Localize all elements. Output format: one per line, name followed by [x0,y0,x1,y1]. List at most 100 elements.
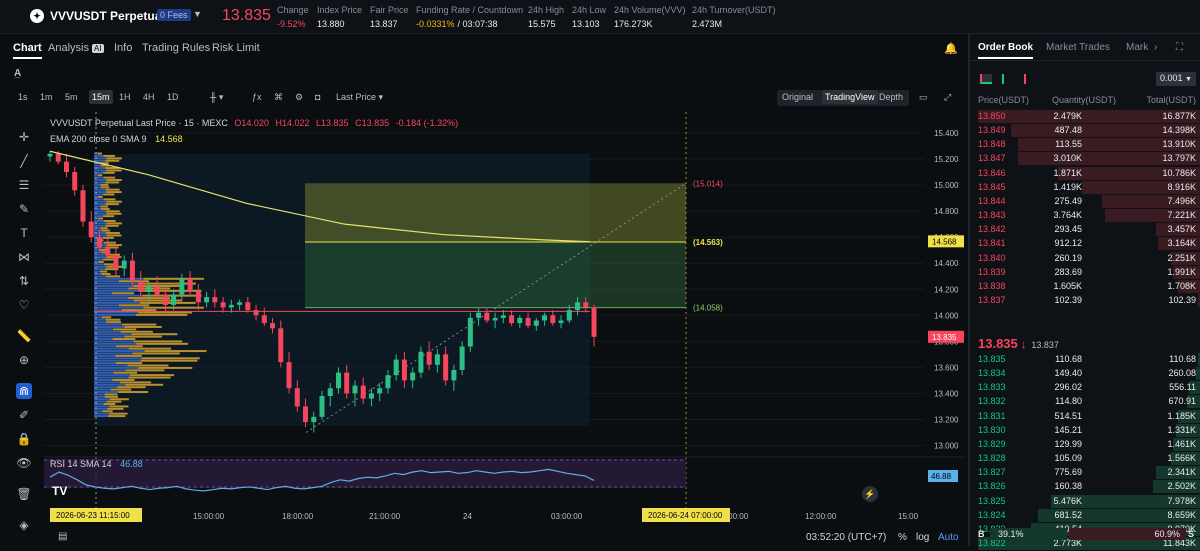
text-tool-icon[interactable]: T [16,225,32,241]
ob-quantity: 1.605K [1053,280,1082,291]
view-mode-original[interactable]: Original [782,92,813,102]
magnet-icon[interactable]: ⋒ [16,383,32,399]
stat-value: 15.575 [528,18,564,30]
screenshot-icon[interactable]: ◘ [315,92,320,102]
time-axis[interactable]: 15:00:00 18:00:00 21:00:00 24 03:00:00 09:00:… [193,512,919,521]
view-mode-depth[interactable]: Depth [879,92,903,102]
ob-ask-row[interactable]: 13.848 113.55 13.910K [970,138,1200,152]
ob-tab-mark[interactable]: Mark [1126,42,1148,53]
tab-chart[interactable]: Chart [13,42,42,59]
ob-bid-row[interactable]: 13.829 129.99 1.461K [970,437,1200,452]
candle [467,312,473,352]
view-bids-icon[interactable] [1002,74,1014,84]
auto-toggle[interactable]: Auto [938,532,959,543]
ob-ask-row[interactable]: 13.847 3.010K 13.797K [970,152,1200,166]
drawing-mode-icon[interactable]: A̲ [14,68,21,79]
price-tick: 14.400 [934,259,959,268]
ob-bid-row[interactable]: 13.825 5.476K 7.978K [970,494,1200,509]
pattern-tool-icon[interactable]: ⋈ [16,249,32,265]
ob-bid-row[interactable]: 13.826 160.38 2.502K [970,480,1200,494]
ob-ask-row[interactable]: 13.839 283.69 1.991K [970,265,1200,280]
log-toggle[interactable]: log [916,532,929,543]
tradingview-logo-icon: TV [52,484,68,498]
ob-tab-order-book[interactable]: Order Book [978,42,1034,59]
ob-ask-row[interactable]: 13.840 260.19 2.251K [970,251,1200,266]
price-tick: 13.600 [934,363,959,372]
stat-volume-24h: 24h Volume(VVV) 176.273K [614,4,686,30]
view-both-icon[interactable] [980,74,992,84]
expand-icon[interactable]: ⛶ [1176,42,1183,53]
stat-funding-rate: Funding Rate / Countdown -0.0331%/ 03:07:… [416,4,523,30]
view-asks-icon[interactable] [1024,74,1036,84]
symbol-name[interactable]: VVVUSDT Perpetual [50,9,165,23]
timeframe-5m[interactable]: 5m [65,92,78,102]
layout-icon[interactable]: ⌘ [274,92,283,103]
ob-bid-row[interactable]: 13.835 110.68 110.68 [970,353,1200,367]
prediction-tool-icon[interactable]: ⇅ [16,273,32,289]
ob-ask-row[interactable]: 13.845 1.419K 8.916K [970,180,1200,195]
calendar-icon[interactable]: ▤ [58,531,67,542]
zoom-icon[interactable]: ⊕ [16,352,32,368]
ob-ask-row[interactable]: 13.842 293.45 3.457K [970,223,1200,237]
timeframe-4H[interactable]: 4H [143,92,155,102]
tab-risk-limit[interactable]: Risk Limit [212,42,260,54]
ob-ask-row[interactable]: 13.843 3.764K 7.221K [970,209,1200,223]
position-stop-zone[interactable] [305,241,686,308]
ob-ask-row[interactable]: 13.849 487.48 14.398K [970,124,1200,138]
line-tool-icon[interactable]: ╱ [16,153,32,169]
ob-ask-row[interactable]: 13.838 1.605K 1.708K [970,279,1200,294]
fullscreen-icon[interactable]: ⤢ [944,92,951,103]
timeframe-15m[interactable]: 15m [89,90,113,104]
ob-ask-row[interactable]: 13.844 275.49 7.496K [970,194,1200,209]
heart-icon[interactable]: ♡ [16,297,32,313]
tab-trading-rules[interactable]: Trading Rules [142,42,210,54]
ob-bid-row[interactable]: 13.832 114.80 670.91 [970,395,1200,409]
trash-icon[interactable]: 🗑 [16,486,32,502]
ob-bid-row[interactable]: 13.824 681.52 8.659K [970,508,1200,523]
position-target-zone[interactable] [305,183,686,242]
ob-ask-row[interactable]: 13.837 102.39 102.39 [970,293,1200,308]
ob-bid-row[interactable]: 13.834 149.40 260.08 [970,367,1200,381]
ob-price: 13.850 [978,111,1006,121]
tab-analysis[interactable]: Analysis AI [48,42,104,54]
panel-layout-icon[interactable]: ▭ [919,92,928,103]
ob-bid-row[interactable]: 13.831 514.51 1.185K [970,409,1200,424]
crosshair-icon[interactable]: ✛ [16,129,32,145]
timeframe-1m[interactable]: 1m [40,92,53,102]
brush-icon[interactable]: ✎ [16,201,32,217]
ob-ask-row[interactable]: 13.841 912.12 3.164K [970,237,1200,251]
stat-value: -0.0331%/ 03:07:38 [416,18,523,30]
tabs-next-icon[interactable]: › [1154,42,1157,53]
ob-bid-row[interactable]: 13.827 775.69 2.341K [970,466,1200,480]
timeframe-1s[interactable]: 1s [18,92,28,102]
draw-lock-icon[interactable]: ✐ [16,407,32,423]
settings-icon[interactable]: ⚙ [295,92,303,103]
ob-ask-row[interactable]: 13.846 1.871K 10.786K [970,166,1200,181]
timeframe-1D[interactable]: 1D [167,92,179,102]
candle-type-icon[interactable]: ╫ ▾ [210,92,223,103]
ob-bid-row[interactable]: 13.828 105.09 1.566K [970,452,1200,466]
indicators-icon[interactable]: ƒx [252,92,262,102]
stat-fair-price: Fair Price 13.837 [370,4,409,30]
eye-icon[interactable]: 👁 [16,455,32,471]
ob-quantity: 102.39 [1054,294,1082,305]
lightning-icon[interactable]: ⚡ [862,486,878,502]
ob-bid-row[interactable]: 13.833 296.02 556.11 [970,381,1200,395]
fib-tool-icon[interactable]: ☰ [16,177,32,193]
stat-low-24h: 24h Low 13.103 [572,4,606,30]
percent-toggle[interactable]: % [898,532,907,543]
last-price-dropdown[interactable]: Last Price ▾ [336,92,383,103]
precision-select[interactable]: 0.001 ▼ [1156,72,1196,86]
lock-icon[interactable]: 🔒 [16,431,32,447]
ticker-header: ✦ VVVUSDT Perpetual 0 Fees ▼ 13.835 Chan… [0,0,1200,34]
timeframe-1H[interactable]: 1H [119,92,131,102]
layers-icon[interactable]: ◈ [16,517,32,533]
tab-info[interactable]: Info [114,42,132,54]
ruler-icon[interactable]: 📏 [16,328,32,344]
ob-ask-row[interactable]: 13.850 2.479K 16.877K [970,110,1200,124]
symbol-dropdown-icon[interactable]: ▼ [193,9,202,19]
view-mode-tradingview[interactable]: TradingView [822,90,878,104]
ob-tab-market-trades[interactable]: Market Trades [1046,42,1110,53]
ob-bid-row[interactable]: 13.830 145.21 1.331K [970,423,1200,438]
price-chart[interactable]: (15.014) (14.563) (14.058) 15.400 15.200 15.0… [44,112,966,532]
